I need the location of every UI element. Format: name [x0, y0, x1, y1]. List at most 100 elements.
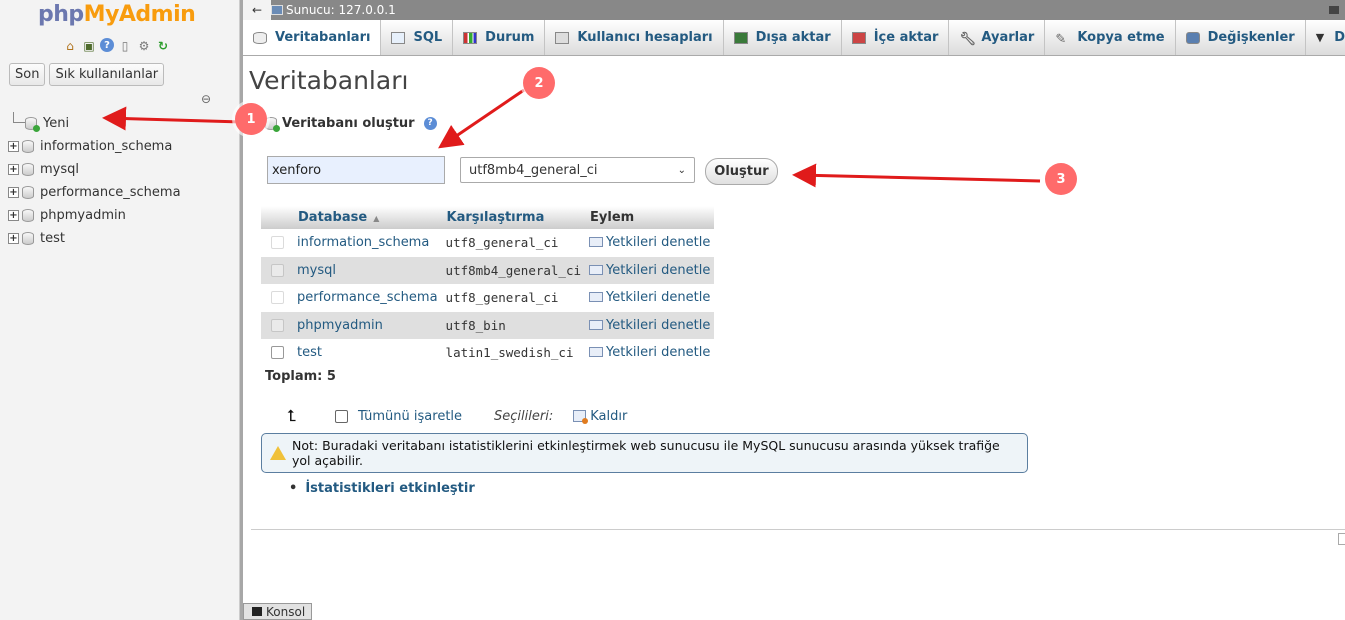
tab-export[interactable]: Dışa aktar: [724, 20, 842, 55]
collapse-icon[interactable]: [1329, 6, 1339, 14]
divider: [251, 529, 1345, 530]
collation-selected-value: utf8mb4_general_ci: [469, 162, 598, 178]
recent-tables-button[interactable]: Son: [9, 63, 46, 86]
tab-user-accounts[interactable]: Kullanıcı hesapları: [545, 20, 724, 55]
tab-label: Daha fazla: [1334, 30, 1345, 45]
check-privileges-link[interactable]: Yetkileri denetle: [585, 229, 715, 257]
tab-import[interactable]: İçe aktar: [842, 20, 950, 55]
page-settings-icon[interactable]: [1338, 533, 1345, 545]
collation-cell: latin1_swedish_ci: [441, 339, 586, 367]
tab-label: Dışa aktar: [755, 30, 831, 45]
new-database-icon: [25, 117, 40, 132]
tab-variables[interactable]: Değişkenler: [1176, 20, 1306, 55]
tree-item-mysql[interactable]: + mysql: [8, 158, 181, 181]
console-icon: [252, 607, 262, 616]
drop-button[interactable]: Kaldır: [573, 409, 627, 424]
collation-cell: utf8_general_ci: [441, 284, 586, 312]
phpmyadmin-logo[interactable]: phpMyAdmin: [38, 2, 196, 27]
expand-icon[interactable]: +: [8, 210, 19, 221]
favorite-tables-button[interactable]: Sık kullanılanlar: [49, 63, 165, 86]
notice-text: Not: Buradaki veritabanı istatistiklerin…: [292, 438, 1000, 468]
tree-item-new[interactable]: Yeni: [8, 112, 181, 135]
check-all-checkbox[interactable]: [335, 409, 348, 423]
tree-item-label: test: [40, 231, 65, 246]
annotation-badge-1: 1: [235, 103, 267, 135]
total-count: Toplam: 5: [265, 369, 336, 384]
database-icon: [253, 31, 267, 44]
user-accounts-icon: [555, 31, 570, 44]
tab-label: Kullanıcı hesapları: [577, 30, 713, 45]
home-icon[interactable]: ⌂: [62, 38, 78, 54]
database-name-link[interactable]: information_schema: [293, 229, 442, 257]
check-privileges-link[interactable]: Yetkileri denetle: [585, 256, 715, 284]
database-column-header[interactable]: Database ▲: [293, 206, 442, 229]
tab-status[interactable]: Durum: [453, 20, 546, 55]
console-toggle[interactable]: Konsol: [243, 603, 312, 620]
settings-icon[interactable]: ⚙: [136, 38, 152, 54]
quick-icons: ⌂ ▣ ? ▯ ⚙ ↻: [62, 38, 171, 54]
collation-cell: utf8_bin: [441, 311, 586, 339]
tab-label: Durum: [485, 30, 535, 45]
column-header-label: Eylem: [590, 210, 635, 225]
database-name-link[interactable]: performance_schema: [293, 284, 442, 312]
tab-replication[interactable]: ✎ Kopya etme: [1045, 20, 1176, 55]
database-name-link[interactable]: phpmyadmin: [293, 311, 442, 339]
databases-table: Database ▲ Karşılaştırma Eylem informatio…: [261, 206, 715, 367]
table-header-row: Database ▲ Karşılaştırma Eylem: [261, 206, 715, 229]
exit-icon[interactable]: ▣: [81, 38, 97, 54]
table-row: information_schema utf8_general_ci Yetki…: [261, 229, 715, 257]
enable-statistics-link[interactable]: İstatistikleri etkinleştir: [289, 481, 474, 496]
tab-sql[interactable]: SQL: [381, 20, 454, 55]
docs-icon[interactable]: ▯: [117, 38, 133, 54]
navigation-panel: phpMyAdmin ⌂ ▣ ? ▯ ⚙ ↻ Son Sık kullanıla…: [0, 0, 240, 620]
reload-icon[interactable]: ↻: [155, 38, 171, 54]
export-icon: [733, 31, 748, 44]
chevron-down-icon: ⌄: [677, 164, 686, 176]
check-privileges-link[interactable]: Yetkileri denetle: [585, 339, 715, 367]
database-name-input[interactable]: [267, 156, 445, 184]
back-arrow-icon[interactable]: ←: [243, 0, 271, 20]
row-checkbox: [270, 318, 284, 332]
create-database-heading: Veritabanı oluştur ?: [265, 116, 437, 132]
warning-icon: [270, 446, 286, 460]
create-database-button[interactable]: Oluştur: [705, 158, 778, 185]
check-privileges-link[interactable]: Yetkileri denetle: [585, 284, 715, 312]
tree-item-information-schema[interactable]: + information_schema: [8, 135, 181, 158]
tab-databases[interactable]: Veritabanları: [243, 20, 382, 55]
table-row: phpmyadmin utf8_bin Yetkileri denetle: [261, 311, 715, 339]
replication-icon: ✎: [1055, 31, 1067, 47]
collation-cell: utf8_general_ci: [441, 229, 586, 257]
annotation-badge-2: 2: [523, 67, 555, 99]
tree-item-phpmyadmin[interactable]: + phpmyadmin: [8, 204, 181, 227]
expand-icon[interactable]: +: [8, 141, 19, 152]
help-icon[interactable]: ?: [100, 38, 114, 52]
tab-label: Ayarlar: [981, 30, 1035, 45]
tab-more[interactable]: ▼ Daha fazla: [1306, 20, 1345, 55]
collation-select[interactable]: utf8mb4_general_ci ⌄: [460, 157, 695, 183]
row-checkbox: [270, 291, 284, 305]
server-label[interactable]: Sunucu: 127.0.0.1: [286, 3, 396, 17]
expand-icon[interactable]: +: [8, 233, 19, 244]
tree-item-label: mysql: [40, 162, 79, 177]
link-icon[interactable]: ⊖: [201, 92, 211, 106]
expand-icon[interactable]: +: [8, 187, 19, 198]
check-all-label[interactable]: Tümünü işaretle: [358, 409, 462, 424]
database-icon: [22, 140, 34, 153]
tree-item-label: phpmyadmin: [40, 208, 126, 223]
database-name-link[interactable]: mysql: [293, 256, 442, 284]
help-icon[interactable]: ?: [423, 117, 437, 130]
row-checkbox[interactable]: [270, 346, 284, 360]
collation-column-header[interactable]: Karşılaştırma: [441, 206, 586, 229]
check-privileges-link[interactable]: Yetkileri denetle: [585, 311, 715, 339]
privileges-icon: [589, 292, 604, 303]
privileges-icon: [589, 319, 604, 330]
expand-icon[interactable]: +: [8, 164, 19, 175]
wrench-icon: 🔧︎: [959, 31, 976, 47]
database-name-link[interactable]: test: [293, 339, 442, 367]
tab-label: Kopya etme: [1077, 30, 1165, 45]
tree-item-test[interactable]: + test: [8, 227, 181, 250]
row-checkbox: [270, 263, 284, 277]
tree-item-performance-schema[interactable]: + performance_schema: [8, 181, 181, 204]
privileges-icon: [589, 347, 604, 358]
tab-settings[interactable]: 🔧︎ Ayarlar: [949, 20, 1046, 55]
